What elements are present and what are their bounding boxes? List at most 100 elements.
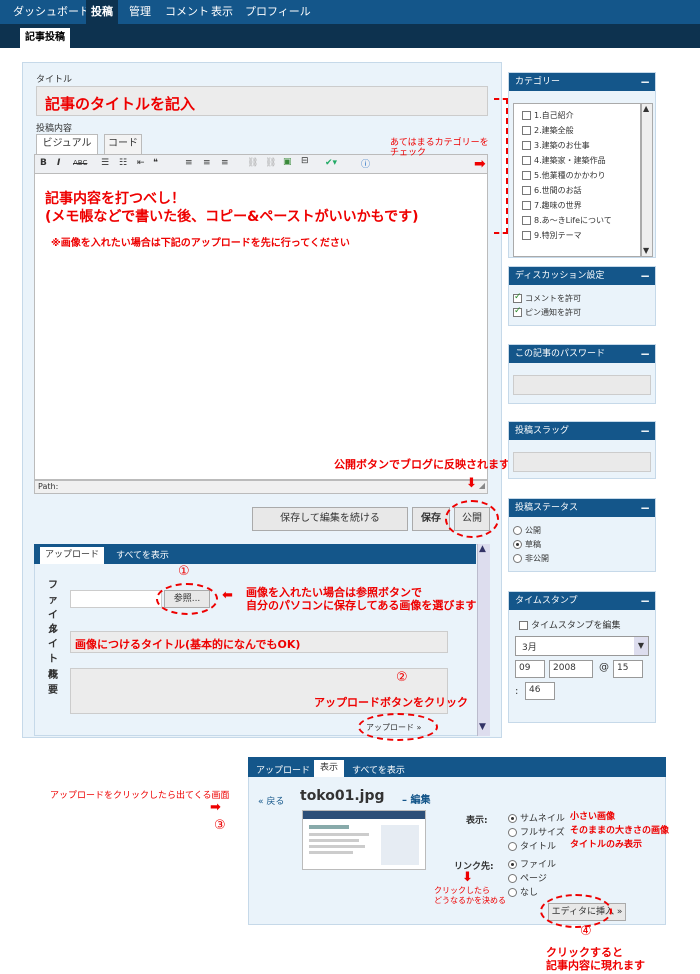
nav-profile[interactable]: プロフィール (240, 0, 316, 24)
category-item[interactable]: 8.あ〜きLifeについて (522, 213, 612, 228)
status-box: 投稿ステータス − 公開 草稿 非公開 (508, 498, 656, 572)
help-icon[interactable]: ⓘ (361, 157, 370, 170)
minute-input[interactable]: 46 (525, 682, 555, 700)
show-title-radio[interactable]: タイトル (508, 840, 565, 854)
content-editor[interactable]: 記事内容を打つべし！ (メモ帳などで書いた後、コピー&ペーストがいいかもです) … (34, 174, 488, 480)
nav-manage[interactable]: 管理 (124, 0, 156, 24)
scroll-down-icon[interactable]: ▼ (479, 722, 486, 732)
category-item[interactable]: 2.建築全般 (522, 123, 612, 138)
upload-highlight (358, 713, 438, 741)
back-link[interactable]: « 戻る (258, 794, 284, 807)
step-3: ③ (214, 818, 226, 833)
link-options: ファイル ページ なし (508, 858, 556, 900)
resize-handle-icon[interactable]: ◢ (479, 481, 485, 490)
status-private-radio[interactable]: 非公開 (513, 553, 549, 564)
category-item[interactable]: 5.他業種のかかわり (522, 168, 612, 183)
result-tab-show[interactable]: 表示 (314, 760, 344, 777)
slug-input[interactable] (513, 452, 651, 472)
collapse-icon[interactable]: − (640, 499, 650, 517)
insert-highlight (540, 894, 612, 928)
password-input[interactable] (513, 375, 651, 395)
category-item[interactable]: 4.建築家・建築作品 (522, 153, 612, 168)
month-select[interactable]: 3月 ▼ (515, 636, 649, 656)
allow-comments-checkbox[interactable]: コメントを許可 (513, 292, 581, 304)
show-thumbnail-radio[interactable]: サムネイル (508, 812, 565, 826)
align-left-icon[interactable]: ≡ (185, 158, 193, 168)
scroll-up-icon[interactable]: ▲ (643, 104, 649, 113)
category-item[interactable]: 9.特別テーマ (522, 228, 612, 243)
tab-code[interactable]: コード (104, 134, 142, 154)
hour-input[interactable]: 15 (613, 660, 643, 678)
link-icon[interactable]: ⛓ (247, 158, 258, 168)
tab-upload[interactable]: アップロード (40, 547, 104, 564)
after-upload-hint: アップロードをクリックしたら出てくる画面 (50, 791, 230, 801)
link-file-radio[interactable]: ファイル (508, 858, 556, 872)
publish-hint: 公開ボタンでブログに反映されます (334, 458, 510, 471)
tab-show-all[interactable]: すべてを表示 (116, 548, 169, 565)
outdent-icon[interactable]: ⇤ (137, 158, 145, 168)
thumbnail-image[interactable] (302, 810, 426, 870)
strikethrough-icon[interactable]: ABC (73, 159, 87, 167)
blockquote-icon[interactable]: ❝ (153, 158, 158, 168)
category-list: 1.自己紹介 2.建築全般 3.建築のお仕事 4.建築家・建築作品 5.他業種の… (513, 103, 641, 257)
save-continue-button[interactable]: 保存して編集を続ける (252, 507, 408, 531)
category-item[interactable]: 3.建築のお仕事 (522, 138, 612, 153)
category-header[interactable]: カテゴリー − (509, 73, 655, 91)
italic-icon[interactable]: I (57, 158, 60, 168)
result-tab-all[interactable]: すべてを表示 (352, 763, 405, 776)
category-item[interactable]: 1.自己紹介 (522, 108, 612, 123)
link-none-radio[interactable]: なし (508, 886, 556, 900)
collapse-icon[interactable]: − (640, 592, 650, 610)
result-tab-upload[interactable]: アップロード (256, 763, 310, 776)
size-hints: 小さい画像 そのままの大きさの画像 タイトルのみ表示 (570, 812, 670, 850)
publish-highlight (445, 500, 499, 538)
collapse-icon[interactable]: − (640, 422, 650, 440)
status-publish-radio[interactable]: 公開 (513, 525, 541, 536)
status-draft-radio[interactable]: 草稿 (513, 539, 541, 550)
subnav-write-post[interactable]: 記事投稿 (20, 28, 70, 48)
spellcheck-icon[interactable]: ✔▾ (325, 158, 337, 168)
nav-post[interactable]: 投稿 (86, 0, 118, 24)
link-hints: クリックしたら どうなるかを決める (434, 886, 506, 905)
image-icon[interactable]: ▣ (283, 157, 292, 167)
day-input[interactable]: 09 (515, 660, 545, 678)
bullet-list-icon[interactable]: ☰ (101, 158, 109, 168)
numbered-list-icon[interactable]: ☷ (119, 158, 127, 168)
timestamp-box: タイムスタンプ − タイムスタンプを編集 3月 ▼ 09 2008 @ 15 : … (508, 591, 656, 723)
link-page-radio[interactable]: ページ (508, 872, 556, 886)
chevron-down-icon[interactable]: ▼ (634, 637, 648, 655)
allow-pings-checkbox[interactable]: ピン通知を許可 (513, 306, 581, 318)
image-title-input[interactable]: 画像につけるタイトル(基本的になんでもOK) (70, 631, 448, 653)
at-label: @ (599, 662, 609, 673)
collapse-icon[interactable]: − (640, 73, 650, 91)
category-box: カテゴリー − 1.自己紹介 2.建築全般 3.建築のお仕事 4.建築家・建築作品… (508, 72, 656, 258)
title-input[interactable]: 記事のタイトルを記入 (36, 86, 488, 116)
more-tag-icon[interactable]: ⊟ (301, 156, 309, 166)
category-item[interactable]: 6.世間のお話 (522, 183, 612, 198)
edit-timestamp-checkbox[interactable]: タイムスタンプを編集 (519, 618, 621, 631)
align-right-icon[interactable]: ≡ (221, 158, 229, 168)
upload-scrollbar[interactable]: ▲ ▼ (477, 544, 490, 736)
scroll-down-icon[interactable]: ▼ (643, 246, 649, 255)
nav-dashboard[interactable]: ダッシュボード (8, 0, 95, 24)
category-item[interactable]: 7.趣味の世界 (522, 198, 612, 213)
scroll-up-icon[interactable]: ▲ (479, 544, 486, 554)
edit-link[interactable]: – 編集 (402, 791, 430, 806)
align-center-icon[interactable]: ≡ (203, 158, 211, 168)
filename: toko01.jpg (300, 788, 385, 804)
category-scrollbar[interactable]: ▲ ▼ (641, 103, 653, 257)
show-full-radio[interactable]: フルサイズ (508, 826, 565, 840)
path-bar: Path: ◢ (34, 480, 488, 494)
content-label: 投稿内容 (36, 124, 73, 134)
unlink-icon[interactable]: ⛓ (265, 158, 276, 168)
content-note: ※画像を入れたい場合は下記のアップロードを先に行ってください (51, 238, 350, 249)
browse-hint-2: 自分のパソコンに保存してある画像を選びます (246, 599, 477, 612)
nav-design[interactable]: 表示 (206, 0, 238, 24)
collapse-icon[interactable]: − (640, 267, 650, 285)
collapse-icon[interactable]: − (640, 345, 650, 363)
tab-visual[interactable]: ビジュアル (36, 134, 98, 154)
file-input[interactable] (70, 590, 162, 608)
year-input[interactable]: 2008 (549, 660, 593, 678)
bold-icon[interactable]: B (40, 158, 47, 168)
image-title-hint: 画像につけるタイトル(基本的になんでもOK) (75, 638, 301, 651)
